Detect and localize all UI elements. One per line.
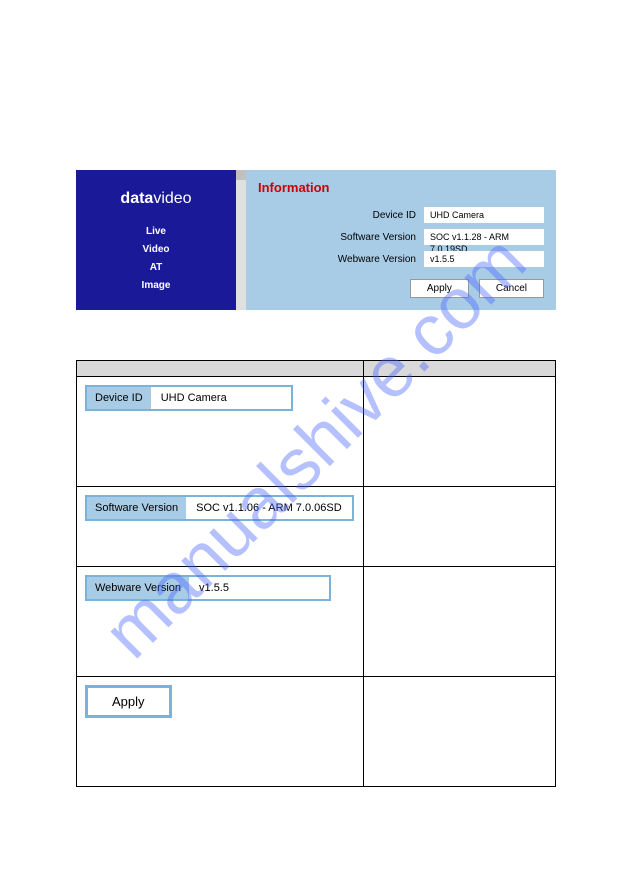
info-label-webware-version: Webware Version <box>338 254 424 265</box>
info-buttons: Apply Cancel <box>258 279 544 298</box>
field-value-device-id[interactable]: UHD Camera <box>151 387 291 409</box>
info-value-webware-version: v1.5.5 <box>424 251 544 267</box>
table-row: Webware Version v1.5.5 <box>77 567 556 677</box>
table-row: Device ID UHD Camera <box>77 377 556 487</box>
cancel-button[interactable]: Cancel <box>479 279 544 298</box>
sidebar-item-at[interactable]: AT <box>76 262 236 273</box>
logo-suffix: video <box>153 190 191 207</box>
field-value-webware-version: v1.5.5 <box>189 577 329 599</box>
field-label-software-version: Software Version <box>87 497 186 519</box>
logo-prefix: data <box>120 190 153 207</box>
table-header-row <box>77 361 556 377</box>
info-row-webware-version: Webware Version v1.5.5 <box>258 251 544 267</box>
info-value-software-version: SOC v1.1.28 - ARM 7.0.19SD <box>424 229 544 245</box>
table-header-left <box>77 361 364 377</box>
field-value-software-version: SOC v1.1.06 - ARM 7.0.06SD <box>186 497 352 519</box>
info-row-device-id: Device ID UHD Camera <box>258 207 544 223</box>
table-row: Apply <box>77 677 556 787</box>
doc-table: Device ID UHD Camera Software Version SO… <box>76 360 556 787</box>
field-label-device-id: Device ID <box>87 387 151 409</box>
info-label-device-id: Device ID <box>373 210 424 221</box>
sidebar-item-video[interactable]: Video <box>76 244 236 255</box>
info-row-software-version: Software Version SOC v1.1.28 - ARM 7.0.1… <box>258 229 544 245</box>
info-label-software-version: Software Version <box>340 232 424 243</box>
screenshot-panel: datavideo Live Video AT Image Informatio… <box>76 170 556 310</box>
sidebar-item-live[interactable]: Live <box>76 226 236 237</box>
field-webware-version: Webware Version v1.5.5 <box>85 575 331 601</box>
info-panel: Information Device ID UHD Camera Softwar… <box>246 170 556 310</box>
field-device-id: Device ID UHD Camera <box>85 385 293 411</box>
apply-button-table[interactable]: Apply <box>85 685 172 718</box>
info-value-device-id[interactable]: UHD Camera <box>424 207 544 223</box>
sidebar-logo: datavideo <box>76 190 236 208</box>
field-label-webware-version: Webware Version <box>87 577 189 599</box>
table-row: Software Version SOC v1.1.06 - ARM 7.0.0… <box>77 487 556 567</box>
info-title: Information <box>258 180 544 195</box>
table-header-right <box>364 361 556 377</box>
field-software-version: Software Version SOC v1.1.06 - ARM 7.0.0… <box>85 495 354 521</box>
sidebar: datavideo Live Video AT Image <box>76 170 236 310</box>
sidebar-item-image[interactable]: Image <box>76 280 236 291</box>
apply-button[interactable]: Apply <box>410 279 469 298</box>
scrollbar[interactable] <box>236 170 246 310</box>
